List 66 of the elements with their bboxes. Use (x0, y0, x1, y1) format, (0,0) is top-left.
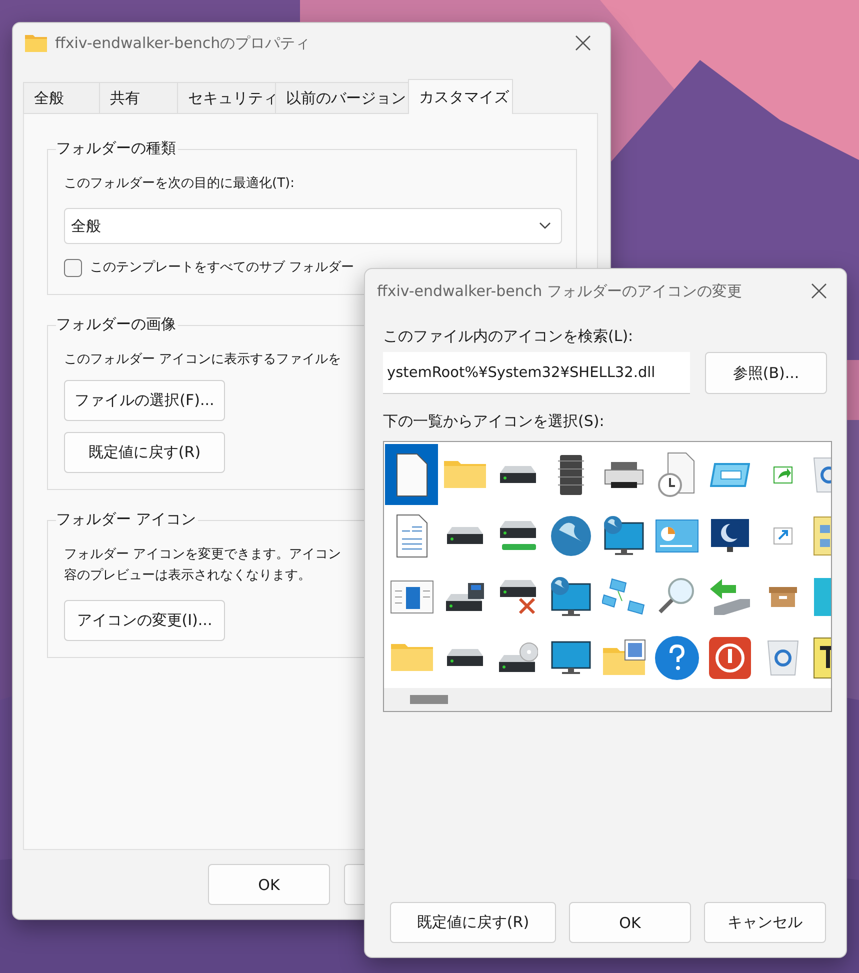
network-icon (602, 578, 646, 616)
dialog-button[interactable]: 既定値に戻す(R) (64, 432, 225, 474)
tab[interactable]: セキュリティ (177, 82, 276, 114)
network-drive-icon (498, 520, 536, 551)
chip-icon (556, 454, 584, 496)
usb-drive-icon (708, 578, 750, 616)
tab[interactable]: 全般 (23, 82, 100, 114)
ok-button[interactable]: OK (208, 864, 330, 905)
change-icon-button[interactable]: アイコンの変更(I)... (64, 600, 225, 641)
folder-icon (25, 34, 47, 52)
scrollbar-thumb[interactable] (410, 695, 448, 704)
dropdown[interactable]: 全般 (64, 208, 562, 244)
scrollbar[interactable] (384, 688, 831, 711)
dialog-title: ffxiv-endwalker-bench フォルダーのアイコンの変更 (377, 282, 743, 300)
drive-icon (498, 465, 536, 484)
folder-icon (390, 644, 432, 671)
close-icon (575, 35, 591, 51)
group-title: フォルダーの画像 (56, 315, 178, 334)
tab[interactable]: 共有 (99, 82, 178, 114)
folder-icon (444, 461, 486, 488)
checkbox[interactable] (64, 259, 82, 278)
network-folder-icon (813, 516, 831, 556)
drive-error-icon (498, 578, 536, 614)
tab[interactable]: 以前のバージョン (275, 82, 409, 114)
description-text: フォルダー アイコンを変更できます。アイコン (64, 546, 342, 564)
drive-icon (446, 526, 484, 545)
control-panel-icon (654, 518, 698, 552)
dialog-button[interactable]: 既定値に戻す(R) (390, 902, 556, 943)
description-text: このフォルダー アイコンに表示するファイルを (64, 351, 342, 370)
dialog-button[interactable]: OK (569, 902, 691, 943)
power-icon (708, 636, 752, 680)
globe-monitor-icon (603, 515, 644, 556)
drive-icon (446, 648, 484, 667)
icon-list-item[interactable] (385, 444, 438, 505)
document-icon (396, 452, 428, 496)
globe-monitor-icon (550, 576, 591, 617)
monitor-icon (550, 640, 590, 674)
recycle-bin-icon (766, 640, 798, 676)
group-title: フォルダー アイコン (56, 510, 198, 530)
globe-icon (550, 514, 592, 556)
field-label: このファイル内のアイコンを検索(L): (383, 327, 634, 346)
clock-document-icon (658, 452, 695, 497)
list-label: 下の一覧からアイコンを選択(S): (383, 412, 606, 431)
group-title: フォルダーの種類 (56, 139, 178, 158)
dialog-button[interactable]: キャンセル (704, 902, 826, 943)
text-document-icon (396, 514, 428, 558)
floppy-drive-icon (444, 582, 484, 612)
file-path-field[interactable]: ystemRoot%¥System32¥SHELL32.dll (383, 352, 690, 394)
chevron-down-icon (539, 222, 551, 230)
close-icon (811, 283, 827, 299)
description-text: 容のプレビューは表示されなくなります。 (64, 566, 312, 585)
moon-monitor-icon (710, 518, 750, 553)
field-label: このフォルダーを次の目的に最適化(T): (64, 175, 294, 193)
disc-drive-icon (498, 642, 538, 673)
window-icon (710, 462, 750, 486)
help-icon (654, 634, 700, 680)
folder-grid-icon (602, 639, 646, 676)
browse-button[interactable]: 参照(B)... (705, 352, 827, 394)
box-icon (768, 586, 798, 608)
dialog-button[interactable]: ファイルの選択(F)... (64, 380, 225, 422)
checkbox-label: このテンプレートをすべてのサブ フォルダー (90, 259, 354, 278)
printer-icon (604, 460, 644, 488)
window-title: ffxiv-endwalker-benchのプロパティ (55, 34, 312, 52)
sidebar-window-icon (390, 580, 434, 614)
tab[interactable]: カスタマイズ (408, 79, 513, 114)
search-icon (658, 578, 695, 615)
